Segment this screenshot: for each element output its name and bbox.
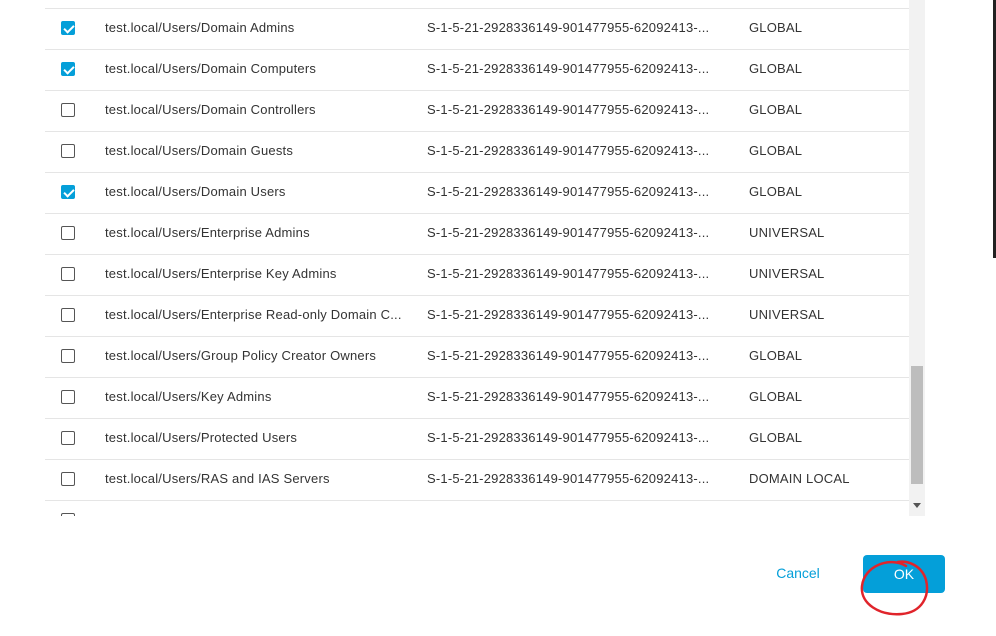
sid-cell: S-1-5-21-2928336149-901477955-62092413-.… — [427, 143, 710, 158]
row-checkbox[interactable] — [61, 431, 75, 445]
group-name-cell: test.local/Users/Enterprise Admins — [105, 225, 310, 240]
group-table: test.local/Users/Domain Admins S-1-5-21-2… — [45, 0, 909, 516]
row-checkbox[interactable] — [61, 390, 75, 404]
group-name-cell: test.local/Users/Group Policy Creator Ow… — [105, 348, 377, 363]
group-type-cell: UNIVERSAL — [749, 225, 825, 240]
table-row[interactable]: test.local/Users/Domain Controllers S-1-5… — [45, 91, 909, 132]
group-type-cell: UNIVERSAL — [749, 307, 825, 322]
group-type-cell: GLOBAL — [749, 102, 803, 117]
group-type-cell: UNIVERSAL — [749, 266, 825, 281]
sid-cell: S-1-5-21-2928336149-901477955-62092413-.… — [427, 266, 710, 281]
sid-cell: S-1-5-21-2928336149-901477955-62092413-.… — [427, 430, 710, 445]
row-checkbox[interactable] — [61, 185, 75, 199]
table-row[interactable]: test.local/Users/Protected Users S-1-5-21… — [45, 419, 909, 460]
scroll-down-arrow-icon[interactable] — [913, 503, 921, 508]
group-name-cell: test.local/Users/Key Admins — [105, 389, 272, 404]
sid-cell: S-1-5-21-2928336149-901477955-62092413-.… — [427, 471, 710, 486]
row-checkbox[interactable] — [61, 267, 75, 281]
table-row[interactable]: test.local/Users/Key Admins S-1-5-21-2928… — [45, 378, 909, 419]
table-row[interactable]: test.local/Users/Domain Users S-1-5-21-29… — [45, 173, 909, 214]
row-checkbox[interactable] — [61, 226, 75, 240]
table-body: test.local/Users/Domain Admins S-1-5-21-2… — [45, 8, 909, 516]
table-row[interactable]: test.local/Users/Enterprise Read-only Do… — [45, 296, 909, 337]
group-type-cell: GLOBAL — [749, 61, 803, 76]
group-name-cell: test.local/Users/Domain Guests — [105, 143, 294, 158]
row-checkbox[interactable] — [61, 308, 75, 322]
sid-cell: S-1-5-21-2928336149-901477955-62092413-.… — [427, 102, 710, 117]
group-type-cell: GLOBAL — [749, 143, 803, 158]
table-row[interactable]: test.local/Users/Domain Computers S-1-5-2… — [45, 50, 909, 91]
group-name-cell: test.local/Users/Enterprise Key Admins — [105, 266, 337, 281]
group-name-cell: test.local/Users/Domain Users — [105, 184, 286, 199]
row-checkbox[interactable] — [61, 21, 75, 35]
sid-cell: S-1-5-21-2928336149-901477955-62092413-.… — [427, 307, 710, 322]
table-scrollbar[interactable] — [909, 0, 925, 516]
group-name-cell: test.local/Users/Protected Users — [105, 430, 298, 445]
sid-cell: S-1-5-21-2928336149-901477955-62092413-.… — [427, 225, 710, 240]
group-type-cell: GLOBAL — [749, 348, 803, 363]
ok-button[interactable]: OK — [863, 555, 945, 593]
sid-cell: S-1-5-21-2928336149-901477955-62092413-.… — [427, 389, 710, 404]
scrollbar-thumb[interactable] — [911, 366, 923, 484]
table-row[interactable] — [45, 501, 909, 516]
table-row[interactable]: test.local/Users/RAS and IAS Servers S-1-… — [45, 460, 909, 501]
row-checkbox[interactable] — [61, 62, 75, 76]
group-name-cell: test.local/Users/Domain Admins — [105, 20, 295, 35]
sid-cell: S-1-5-21-2928336149-901477955-62092413-.… — [427, 184, 710, 199]
table-row[interactable]: test.local/Users/Domain Guests S-1-5-21-2… — [45, 132, 909, 173]
table-row[interactable]: test.local/Users/Enterprise Admins S-1-5-… — [45, 214, 909, 255]
group-name-cell: test.local/Users/Domain Controllers — [105, 102, 316, 117]
row-checkbox[interactable] — [61, 472, 75, 486]
dialog-right-margin — [926, 0, 993, 636]
sid-cell: S-1-5-21-2928336149-901477955-62092413-.… — [427, 348, 710, 363]
group-type-cell: GLOBAL — [749, 20, 803, 35]
group-name-cell: test.local/Users/RAS and IAS Servers — [105, 471, 330, 486]
sid-cell: S-1-5-21-2928336149-901477955-62092413-.… — [427, 20, 710, 35]
group-type-cell: GLOBAL — [749, 389, 803, 404]
row-checkbox[interactable] — [61, 144, 75, 158]
group-name-cell: test.local/Users/Domain Computers — [105, 61, 317, 76]
row-checkbox[interactable] — [61, 513, 75, 516]
table-row[interactable]: test.local/Users/Enterprise Key Admins S-… — [45, 255, 909, 296]
row-checkbox[interactable] — [61, 103, 75, 117]
group-type-cell: DOMAIN LOCAL — [749, 471, 850, 486]
table-row[interactable]: test.local/Users/Group Policy Creator Ow… — [45, 337, 909, 378]
table-row[interactable]: test.local/Users/Domain Admins S-1-5-21-2… — [45, 8, 909, 50]
cancel-button[interactable]: Cancel — [762, 555, 834, 591]
group-type-cell: GLOBAL — [749, 430, 803, 445]
sid-cell: S-1-5-21-2928336149-901477955-62092413-.… — [427, 61, 710, 76]
row-checkbox[interactable] — [61, 349, 75, 363]
group-name-cell: test.local/Users/Enterprise Read-only Do… — [105, 307, 402, 322]
group-type-cell: GLOBAL — [749, 184, 803, 199]
